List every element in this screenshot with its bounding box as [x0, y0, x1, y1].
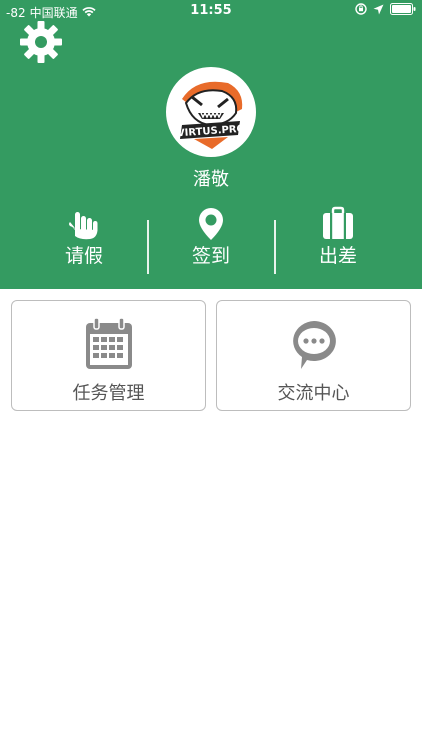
leave-request-label: 请假: [64, 245, 103, 267]
status-bar: -82 中国联通 11:55: [0, 0, 422, 22]
avatar[interactable]: VIRTUS.PRO: [166, 67, 256, 157]
leave-request-button[interactable]: 请假: [34, 206, 134, 274]
action-divider: [274, 220, 276, 274]
rotation-lock-icon: [355, 3, 367, 18]
business-trip-button[interactable]: 出差: [288, 206, 388, 274]
business-trip-label: 出差: [318, 245, 357, 267]
check-in-button[interactable]: 签到: [161, 206, 261, 274]
quick-actions: 请假 签到 出差: [0, 206, 422, 276]
action-divider: [147, 220, 149, 274]
check-in-label: 签到: [191, 245, 230, 267]
calendar-icon: [12, 317, 205, 375]
battery-icon: [390, 3, 416, 18]
task-management-card[interactable]: 任务管理: [11, 300, 206, 411]
luggage-icon: [288, 206, 388, 242]
location-arrow-icon: [373, 4, 384, 18]
task-management-label: 任务管理: [72, 383, 145, 404]
chat-bubble-icon: [217, 317, 410, 375]
hand-icon: [34, 206, 134, 242]
settings-gear-icon[interactable]: [19, 20, 63, 64]
communication-center-card[interactable]: 交流中心: [216, 300, 411, 411]
user-name: 潘敬: [193, 169, 229, 190]
communication-center-label: 交流中心: [277, 383, 350, 404]
location-pin-icon: [161, 206, 261, 242]
header-banner: -82 中国联通 11:55 VIRTUS.PRO 潘敬 请假 签到 出差: [0, 0, 422, 289]
